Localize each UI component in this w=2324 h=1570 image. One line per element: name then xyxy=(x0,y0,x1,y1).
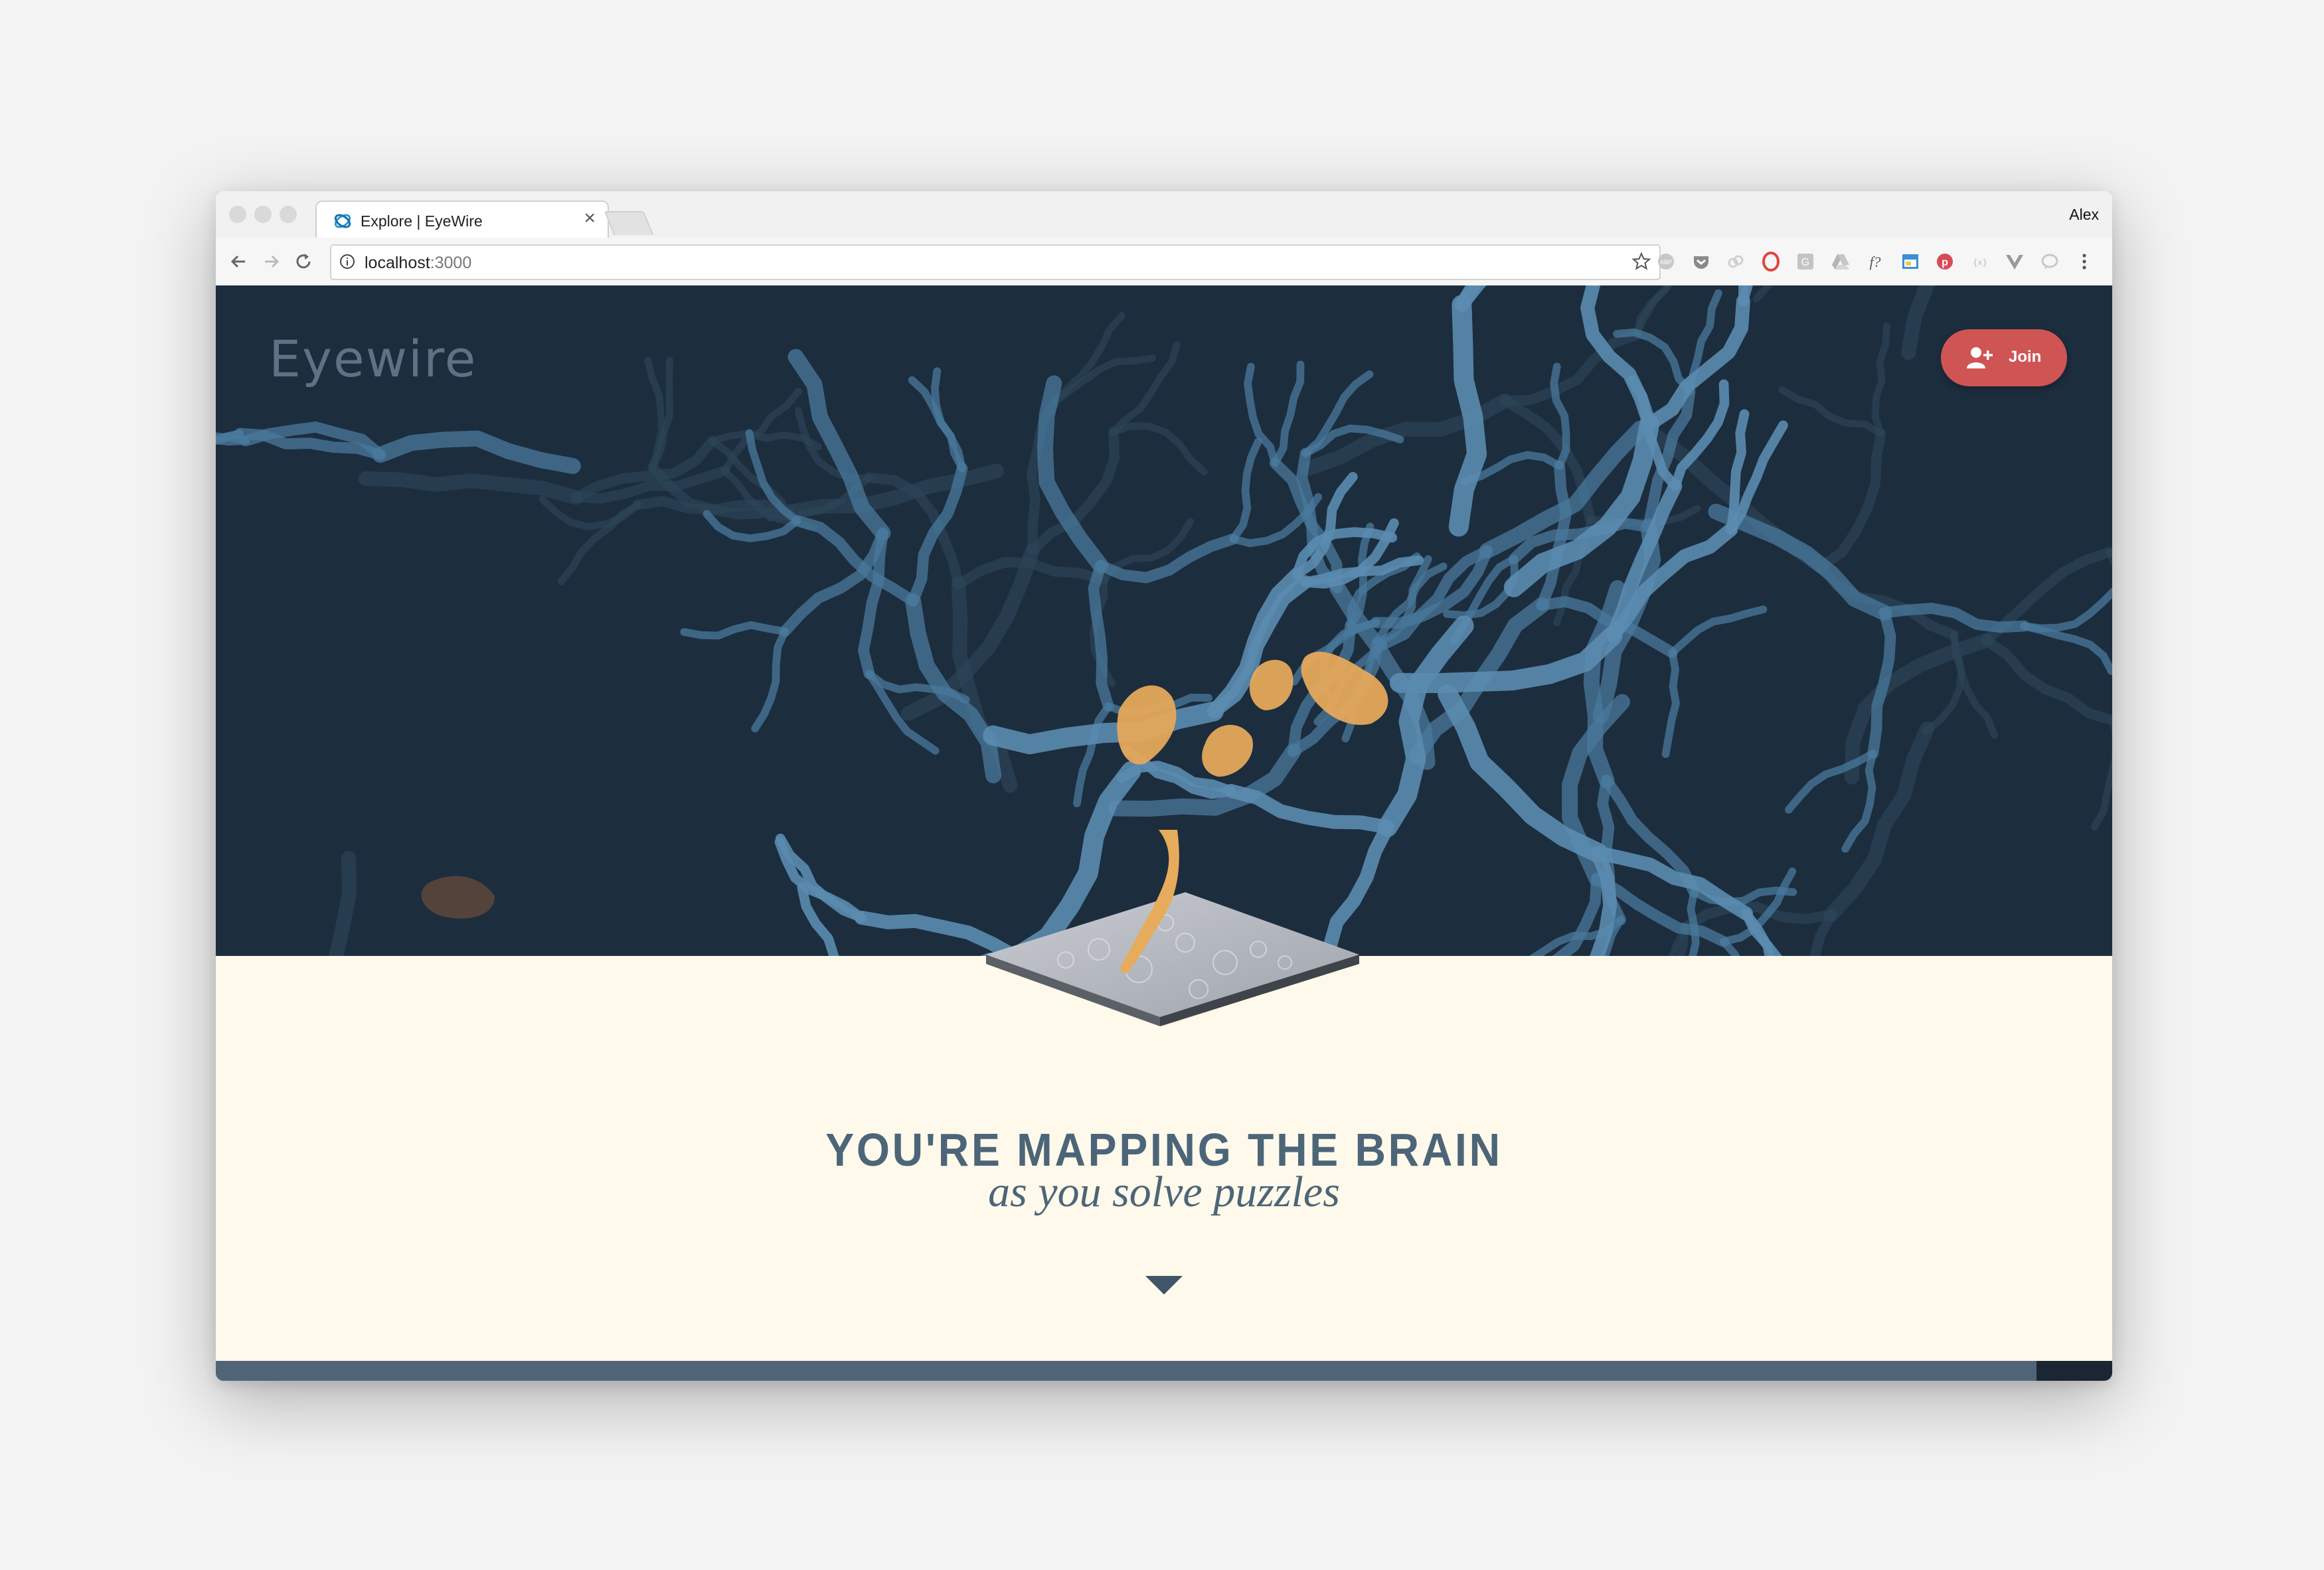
url-text: localhost:3000 xyxy=(365,254,471,273)
menu-icon[interactable] xyxy=(2074,251,2095,272)
tab-strip: Explore | EyeWire × Alex xyxy=(216,191,2112,240)
minimize-window-button[interactable] xyxy=(254,206,272,223)
svg-text:{x}: {x} xyxy=(1973,258,1987,268)
forward-icon[interactable] xyxy=(261,251,282,272)
json-icon[interactable]: {x} xyxy=(1969,251,1991,272)
abp-icon[interactable]: ABP xyxy=(1655,251,1677,272)
scroll-progress-fill xyxy=(216,1361,2036,1381)
zoom-window-button[interactable] xyxy=(280,206,297,223)
profile-name[interactable]: Alex xyxy=(2069,206,2099,224)
tab-explore[interactable]: Explore | EyeWire × xyxy=(315,200,609,240)
join-label: Join xyxy=(2009,348,2042,366)
link-icon[interactable] xyxy=(1725,251,1746,272)
svg-text:G: G xyxy=(1801,257,1809,268)
scroll-down-icon[interactable] xyxy=(1145,1276,1183,1296)
bookmark-star-icon[interactable] xyxy=(1631,252,1651,272)
pinterest-icon[interactable]: p xyxy=(1934,251,1955,272)
tab-title: Explore | EyeWire xyxy=(361,212,483,230)
page-viewport: Eyewire Join YOU'RE MAPPING THE BRAIN as… xyxy=(216,285,2112,1381)
eyewire-logo[interactable]: Eyewire xyxy=(269,329,477,388)
grammarly-icon[interactable]: G xyxy=(1795,251,1816,272)
url-port: :3000 xyxy=(430,254,472,272)
sub-heading: as you solve puzzles xyxy=(988,1168,1340,1216)
back-icon[interactable] xyxy=(228,251,249,272)
scroll-progress-bar xyxy=(216,1361,2112,1381)
vue-icon[interactable] xyxy=(2004,251,2025,272)
add-user-icon xyxy=(1967,347,1993,368)
browser-window: Explore | EyeWire × Alex localhost:3000 xyxy=(216,191,2112,1381)
svg-text:f?: f? xyxy=(1869,254,1880,270)
pocket-icon[interactable] xyxy=(1691,251,1712,272)
svg-text:ABP: ABP xyxy=(1660,259,1672,266)
window-icon[interactable] xyxy=(1900,251,1921,272)
drive-icon[interactable] xyxy=(1830,251,1851,272)
close-window-button[interactable] xyxy=(229,206,246,223)
em-tile-illustration xyxy=(986,830,1361,1026)
svg-text:p: p xyxy=(1942,257,1948,268)
tab-close-icon[interactable]: × xyxy=(584,208,596,228)
opera-icon[interactable] xyxy=(1760,251,1782,272)
info-icon[interactable] xyxy=(339,254,355,270)
url-host: localhost xyxy=(365,254,430,272)
chat-icon[interactable] xyxy=(2039,251,2060,272)
new-tab-button[interactable] xyxy=(604,211,654,235)
browser-toolbar: localhost:3000 ABP Gf? p {x} xyxy=(216,238,2112,287)
join-button[interactable]: Join xyxy=(1941,329,2067,386)
fonts-icon[interactable]: f? xyxy=(1865,251,1886,272)
eyewire-favicon-icon xyxy=(334,214,351,228)
reload-icon[interactable] xyxy=(293,251,314,272)
address-bar[interactable]: localhost:3000 xyxy=(330,244,1661,280)
